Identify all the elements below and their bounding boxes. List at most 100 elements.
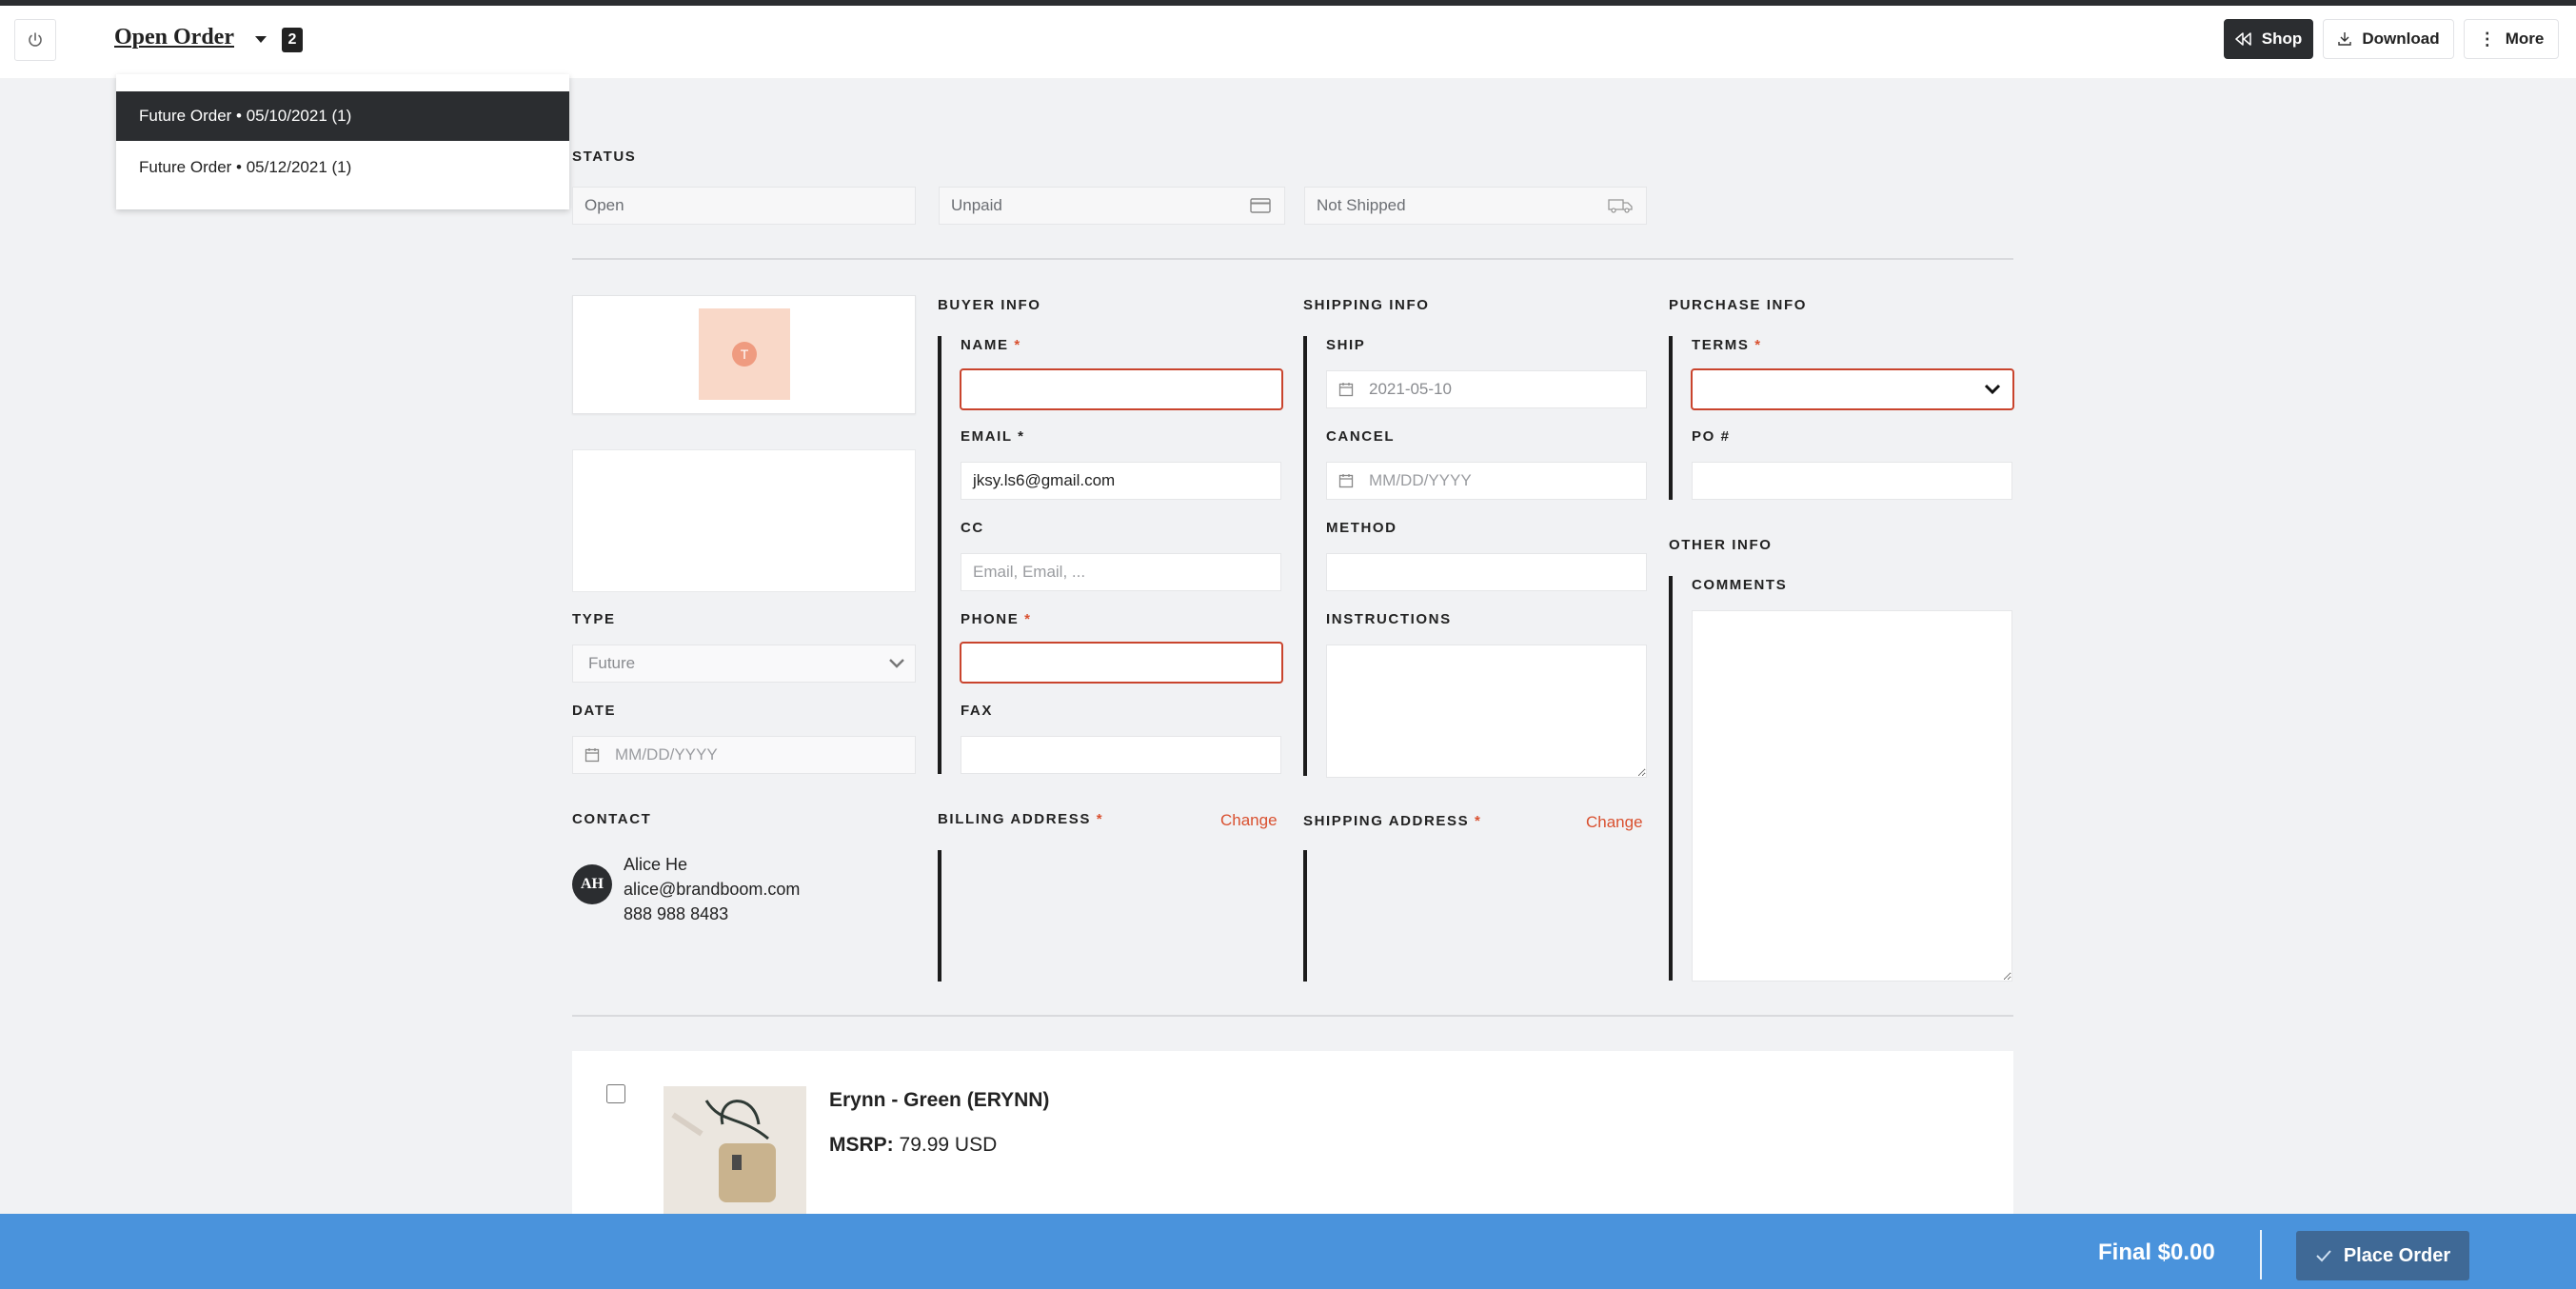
email-field[interactable]: jksy.ls6@gmail.com [961, 462, 1281, 500]
order-status-field: Open [572, 187, 916, 225]
avatar: AH [572, 864, 612, 904]
name-input[interactable] [960, 368, 1283, 410]
image-placeholder-card [572, 449, 916, 592]
power-icon [29, 32, 42, 47]
cancel-label: CANCEL [1326, 428, 1396, 445]
cancel-date-placeholder: MM/DD/YYYY [1369, 471, 1472, 489]
payment-status-field: Unpaid [939, 187, 1285, 225]
shipping-change-link[interactable]: Change [1586, 813, 1643, 832]
comments-textarea[interactable] [1692, 610, 2012, 982]
cc-placeholder: Email, Email, ... [973, 563, 1086, 581]
calendar-icon [1338, 383, 1354, 397]
date-input[interactable]: MM/DD/YYYY [572, 736, 916, 774]
terms-select[interactable] [1691, 368, 2014, 410]
shipping-info-label: SHIPPING INFO [1303, 297, 1430, 313]
shipping-status-field: Not Shipped [1304, 187, 1647, 225]
calendar-icon [585, 748, 600, 763]
order-title-dropdown[interactable]: Open Order [114, 25, 234, 50]
phone-label: PHONE * [961, 611, 1032, 627]
fax-input[interactable] [961, 736, 1281, 774]
cancel-date-input[interactable]: MM/DD/YYYY [1326, 462, 1647, 500]
purchase-info-bar [1669, 336, 1673, 500]
more-dots-icon: ⋮ [2478, 29, 2496, 49]
status-label: STATUS [572, 149, 637, 165]
dropdown-item[interactable]: Future Order • 05/12/2021 (1) [116, 143, 569, 192]
bag-illustration [664, 1086, 806, 1214]
buyer-info-bar [938, 336, 941, 774]
divider [572, 1015, 2013, 1017]
ship-date-value: 2021-05-10 [1369, 380, 1452, 398]
product-image[interactable] [664, 1086, 806, 1214]
phone-input[interactable] [960, 642, 1283, 684]
date-label: DATE [572, 703, 617, 719]
type-select[interactable]: Future [572, 644, 916, 683]
cc-label: CC [961, 520, 984, 536]
type-value: Future [588, 654, 636, 672]
purchase-info-label: PURCHASE INFO [1669, 297, 1807, 313]
billing-change-link[interactable]: Change [1220, 811, 1278, 830]
contact-name: Alice He [624, 855, 688, 874]
logo-letter: T [732, 342, 757, 367]
order-dropdown-menu: Future Order • 05/10/2021 (1) Future Ord… [116, 74, 569, 209]
place-order-button[interactable]: Place Order [2296, 1231, 2469, 1280]
terms-label: TERMS * [1692, 337, 1762, 353]
shipping-address-label: SHIPPING ADDRESS * [1303, 813, 1482, 829]
product-card: Erynn - Green (ERYNN) MSRP: 79.99 USD [572, 1051, 2013, 1214]
chevron-down-icon [889, 659, 904, 668]
payment-status-value: Unpaid [951, 196, 1002, 214]
download-icon [2338, 32, 2352, 46]
chevron-down-icon[interactable] [255, 36, 267, 43]
billing-address-bar [938, 850, 941, 982]
header-bar [0, 6, 2576, 78]
product-name[interactable]: Erynn - Green (ERYNN) [829, 1089, 1049, 1112]
billing-address-label: BILLING ADDRESS * [938, 811, 1104, 827]
msrp-label: MSRP: [829, 1134, 894, 1156]
shipping-status-value: Not Shipped [1317, 196, 1406, 214]
download-button-label: Download [2362, 30, 2440, 48]
comments-label: COMMENTS [1692, 577, 1788, 593]
po-label: PO # [1692, 428, 1731, 445]
brand-logo: T [699, 308, 790, 400]
final-total: Final $0.00 [2098, 1239, 2215, 1265]
fax-label: FAX [961, 703, 993, 719]
order-count-badge: 2 [282, 28, 303, 52]
po-input[interactable] [1692, 462, 2012, 500]
ship-label: SHIP [1326, 337, 1366, 353]
shipping-info-bar [1303, 336, 1307, 776]
contact-email: alice@brandboom.com [624, 880, 801, 899]
instructions-label: INSTRUCTIONS [1326, 611, 1452, 627]
product-checkbox[interactable] [606, 1084, 625, 1103]
more-button-label: More [2505, 30, 2545, 48]
other-info-bar [1669, 576, 1673, 981]
place-order-label: Place Order [2343, 1244, 2451, 1266]
contact-details: Alice He alice@brandboom.com 888 988 848… [624, 852, 800, 926]
ship-date-input[interactable]: 2021-05-10 [1326, 370, 1647, 408]
download-button[interactable]: Download [2323, 19, 2454, 59]
dropdown-item[interactable]: Future Order • 05/10/2021 (1) [116, 91, 569, 141]
shop-button-label: Shop [2261, 30, 2303, 48]
check-icon [2316, 1250, 2331, 1262]
instructions-textarea[interactable] [1326, 644, 1647, 778]
contact-label: CONTACT [572, 811, 652, 827]
more-button[interactable]: ⋮ More [2464, 19, 2559, 59]
method-label: METHOD [1326, 520, 1397, 536]
divider [572, 258, 2013, 260]
shipping-address-bar [1303, 850, 1307, 982]
shop-button[interactable]: Shop [2224, 19, 2313, 59]
calendar-icon [1338, 474, 1354, 488]
type-label: TYPE [572, 611, 616, 627]
name-label: NAME * [961, 337, 1021, 353]
contact-phone: 888 988 8483 [624, 904, 729, 923]
cc-input[interactable]: Email, Email, ... [961, 553, 1281, 591]
rewind-icon [2235, 32, 2251, 46]
email-label: EMAIL * [961, 428, 1025, 445]
truck-icon [1608, 199, 1633, 213]
buyer-info-label: BUYER INFO [938, 297, 1041, 313]
logo-card[interactable]: T [572, 295, 916, 414]
other-info-label: OTHER INFO [1669, 537, 1773, 553]
product-msrp: MSRP: 79.99 USD [829, 1134, 997, 1157]
power-button[interactable] [14, 19, 56, 61]
chevron-down-icon [1984, 384, 2001, 395]
order-status-value: Open [585, 196, 624, 214]
method-input[interactable] [1326, 553, 1647, 591]
